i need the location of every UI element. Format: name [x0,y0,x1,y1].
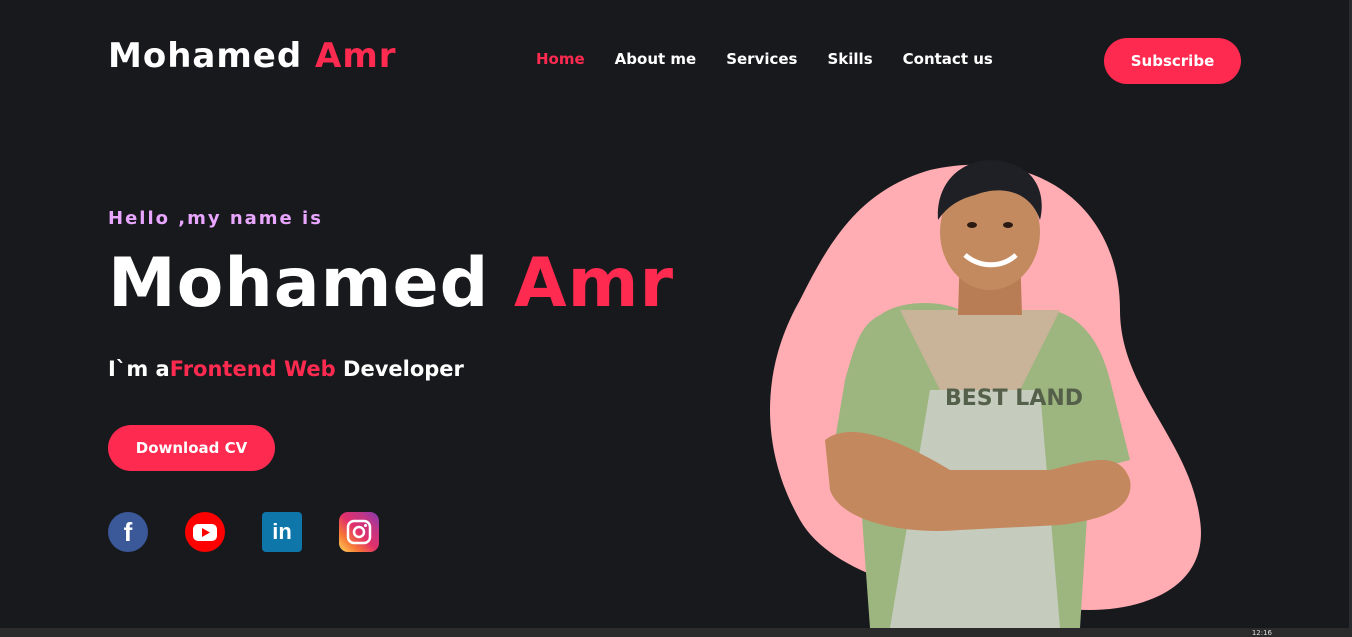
os-taskbar [0,628,1352,637]
role-prefix: I`m a [108,357,170,381]
nav-home[interactable]: Home [536,50,585,68]
role-line: I`m aFrontend Web Developer [108,357,464,381]
nav-skills[interactable]: Skills [828,50,873,68]
instagram-icon[interactable] [339,512,379,552]
shirt-print-text: BEST LAND [945,386,1083,411]
hero-name: Mohamed Amr [108,244,674,323]
site-logo[interactable]: Mohamed Amr [108,36,397,76]
nav-services[interactable]: Services [726,50,797,68]
hero-last-name: Amr [514,244,675,323]
logo-first-name: Mohamed [108,36,303,76]
youtube-icon[interactable] [185,512,225,552]
logo-last-name: Amr [315,36,397,76]
greeting: Hello ,my name is [108,208,323,229]
social-links: f in [108,512,379,552]
role-accent: Frontend Web [169,357,336,381]
linkedin-icon[interactable]: in [262,512,302,552]
nav-contact[interactable]: Contact us [903,50,993,68]
main-nav: Home About me Services Skills Contact us [536,50,993,68]
download-cv-button[interactable]: Download CV [108,425,275,471]
portrait-illustration: BEST LAND [770,160,1201,628]
hero-first-name: Mohamed [108,244,490,323]
facebook-icon[interactable]: f [108,512,148,552]
nav-about[interactable]: About me [615,50,697,68]
taskbar-clock: 12:16 [1251,629,1272,637]
role-suffix: Developer [335,357,464,381]
subscribe-button[interactable]: Subscribe [1104,38,1241,84]
